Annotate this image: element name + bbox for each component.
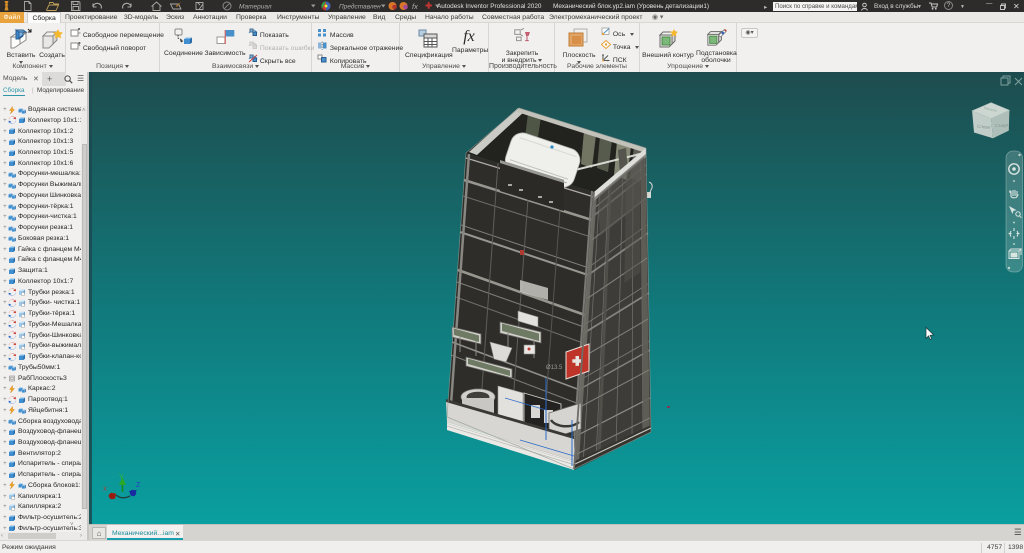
svg-text:Y: Y <box>119 474 124 481</box>
svg-text:fx: fx <box>412 2 418 11</box>
svg-text:X: X <box>103 487 107 493</box>
svg-text:Z: Z <box>136 482 141 489</box>
svg-text:Материал: Материал <box>239 4 272 11</box>
svg-text:Слева: Слева <box>977 124 991 130</box>
svg-text:Представлен: Представлен <box>339 3 381 11</box>
svg-text:Сзади: Сзади <box>995 122 1009 128</box>
